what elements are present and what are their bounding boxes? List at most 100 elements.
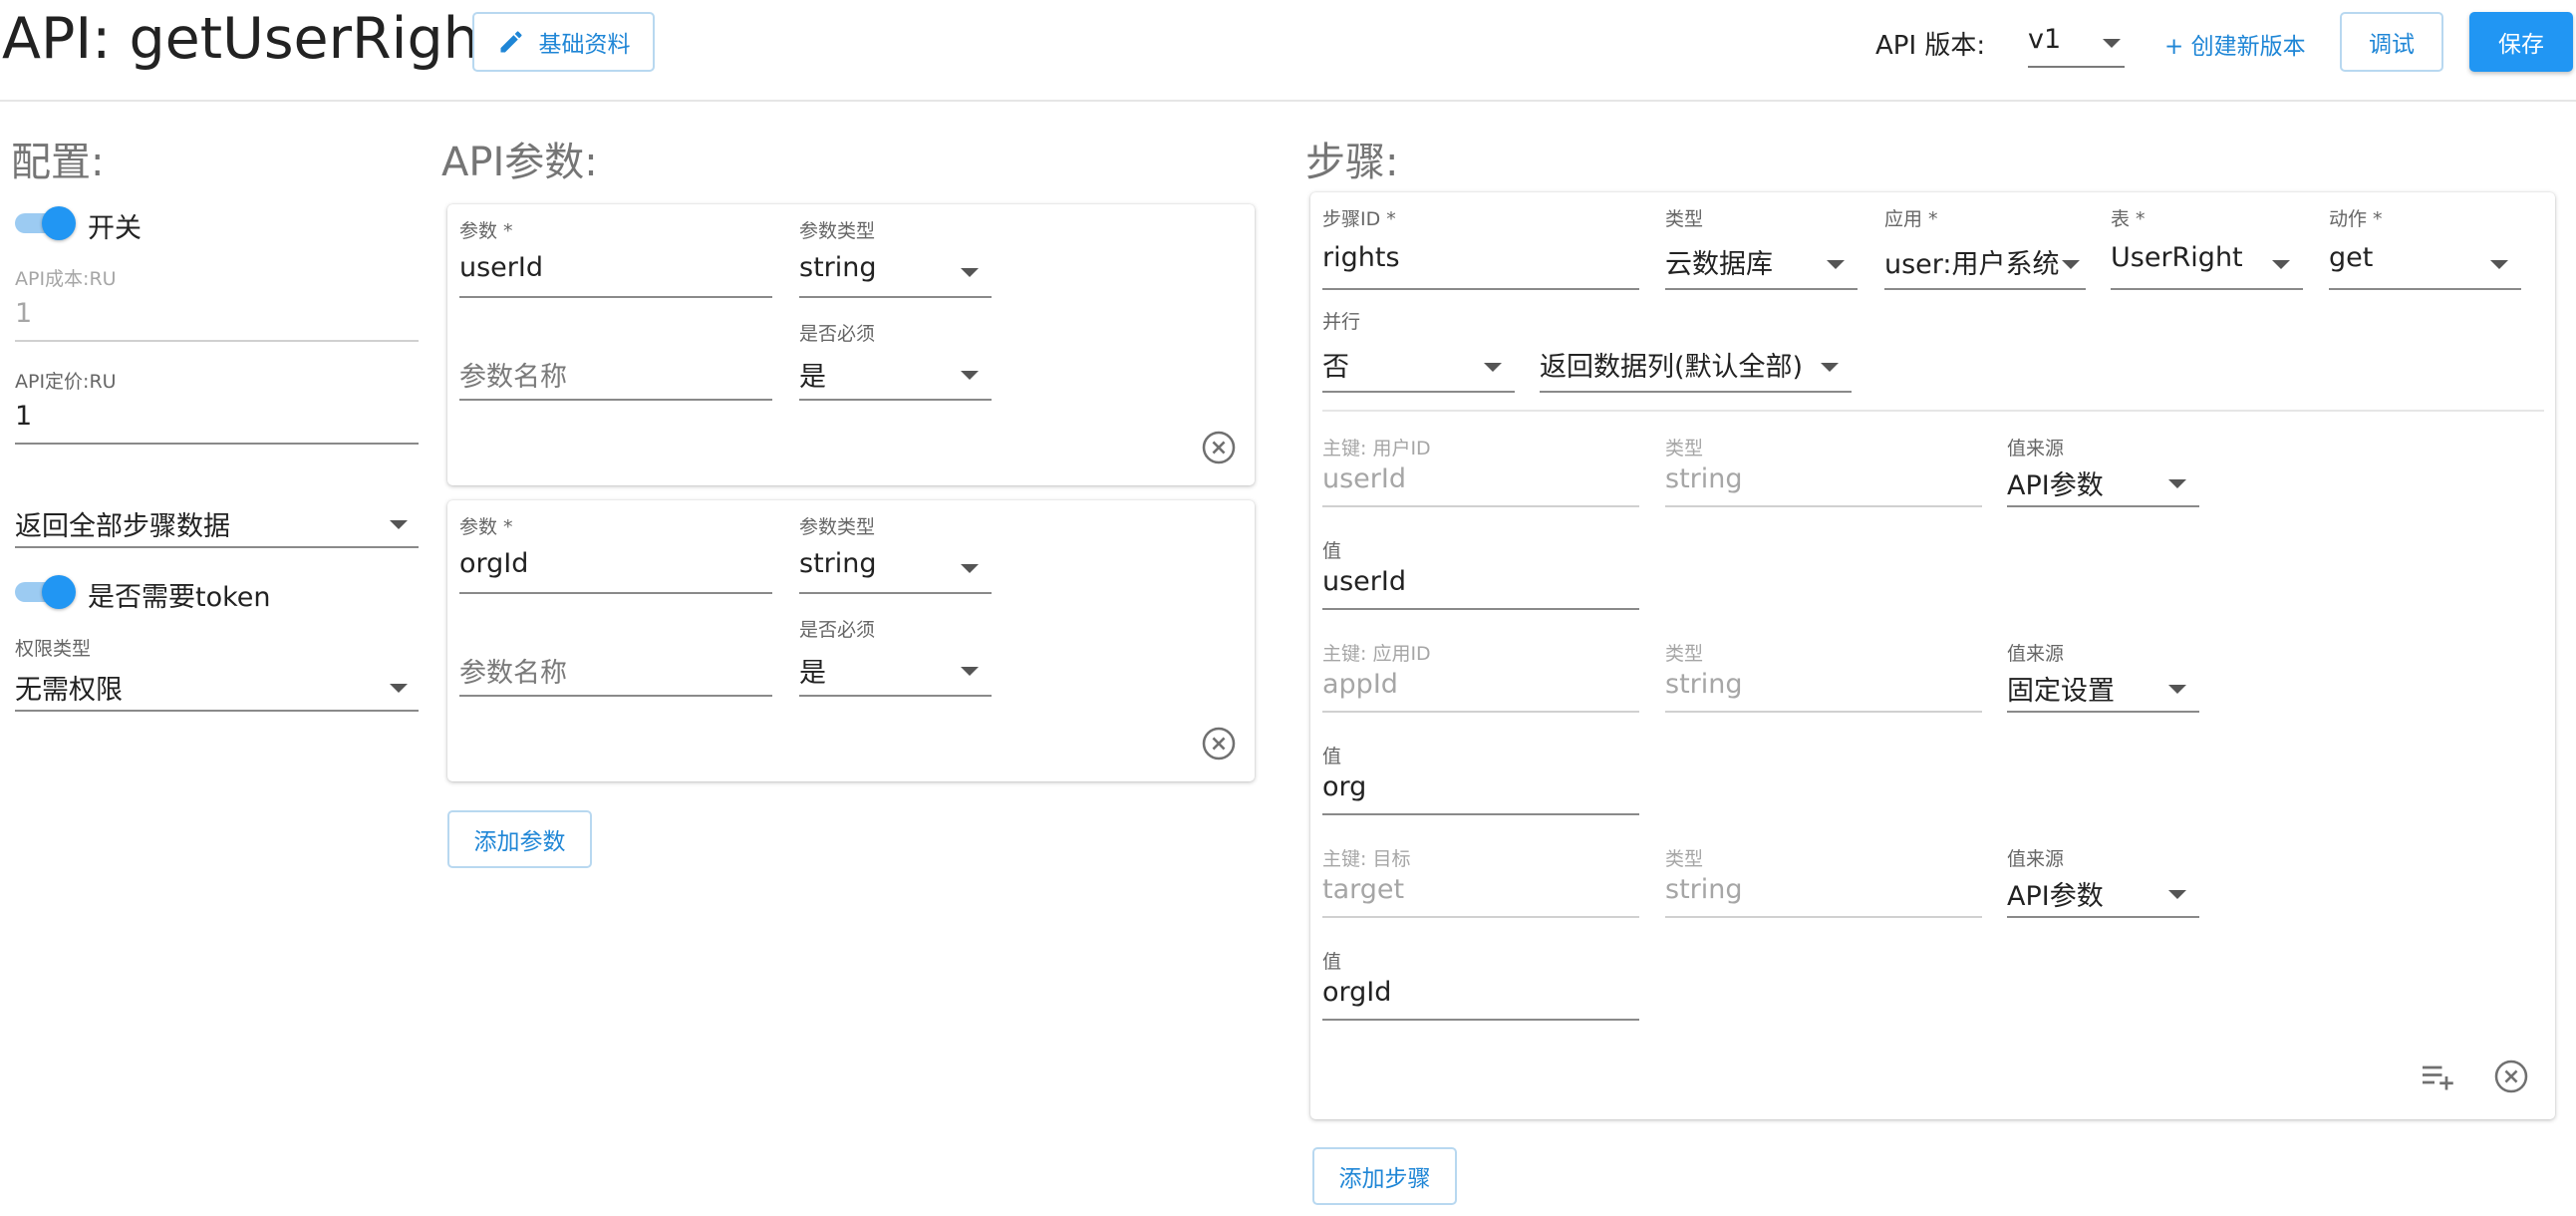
key-name-value: userId bbox=[1322, 463, 1406, 494]
page-title: API: getUserRight bbox=[2, 6, 502, 72]
key-name-value: target bbox=[1322, 874, 1405, 905]
key-name-field: 主键: 应用ID appId bbox=[1322, 639, 1639, 715]
key-value-field[interactable]: 值 userId bbox=[1322, 536, 1639, 612]
token-toggle-label: 是否需要token bbox=[88, 582, 271, 613]
debug-button[interactable]: 调试 bbox=[2340, 12, 2443, 72]
key-name-label: 主键: 用户ID bbox=[1322, 438, 1431, 459]
chevron-down-icon bbox=[2272, 260, 2290, 269]
key-name-value: appId bbox=[1322, 669, 1398, 700]
step-action-select[interactable]: 动作 * get bbox=[2329, 204, 2521, 292]
step-divider bbox=[1322, 410, 2544, 412]
chevron-down-icon bbox=[2168, 479, 2186, 488]
key-source-value: 固定设置 bbox=[2007, 676, 2115, 707]
save-button[interactable]: 保存 bbox=[2469, 12, 2573, 72]
step-parallel-select[interactable]: 并行 否 bbox=[1322, 307, 1515, 395]
step-id-label: 步骤ID * bbox=[1322, 208, 1396, 230]
step-card: 步骤ID * rights 类型 云数据库 应用 * user:用户系统 表 *… bbox=[1310, 192, 2555, 1119]
api-cost-label: API成本:RU bbox=[15, 268, 117, 290]
api-price-label: API定价:RU bbox=[15, 371, 117, 393]
return-columns-value: 返回数据列(默认全部) bbox=[1540, 352, 1804, 383]
chevron-down-icon bbox=[2103, 39, 2121, 48]
return-columns-select[interactable]: 返回数据列(默认全部) bbox=[1540, 307, 1852, 395]
token-toggle[interactable] bbox=[15, 574, 76, 609]
permission-type-label: 权限类型 bbox=[15, 638, 92, 660]
add-step-button[interactable]: 添加步骤 bbox=[1312, 1147, 1457, 1205]
api-price-value: 1 bbox=[15, 401, 33, 432]
chevron-down-icon bbox=[961, 667, 979, 676]
key-source-select[interactable]: 值来源 API参数 bbox=[2007, 844, 2199, 920]
param-id-label: 参数 * bbox=[459, 516, 513, 538]
api-price-field[interactable]: API定价:RU 1 bbox=[15, 367, 419, 447]
chevron-down-icon bbox=[2490, 260, 2508, 269]
key-source-value: API参数 bbox=[2007, 470, 2104, 501]
step-type-label: 类型 bbox=[1665, 208, 1704, 230]
add-param-button[interactable]: 添加参数 bbox=[447, 810, 592, 868]
key-value-field[interactable]: 值 org bbox=[1322, 742, 1639, 817]
param-required-select[interactable]: 是否必须 是 bbox=[799, 319, 992, 403]
step-app-select[interactable]: 应用 * user:用户系统 bbox=[1884, 204, 2086, 292]
page-header: API: getUserRight 基础资料 API 版本: v1 + 创建新版… bbox=[0, 0, 2576, 102]
param-required-select[interactable]: 是否必须 是 bbox=[799, 615, 992, 699]
param-name-placeholder: 参数名称 bbox=[459, 658, 567, 689]
key-name-label: 主键: 应用ID bbox=[1322, 643, 1431, 665]
param-type-label: 参数类型 bbox=[799, 220, 876, 242]
param-id-value: orgId bbox=[459, 548, 529, 579]
chevron-down-icon bbox=[961, 268, 979, 277]
chevron-down-icon bbox=[2168, 685, 2186, 694]
step-action-label: 动作 * bbox=[2329, 208, 2383, 230]
param-name-field[interactable]: 参数名称 bbox=[459, 615, 772, 699]
chevron-down-icon bbox=[1484, 363, 1502, 372]
basic-info-label: 基础资料 bbox=[538, 32, 631, 58]
key-value-value: org bbox=[1322, 771, 1367, 802]
step-app-label: 应用 * bbox=[1884, 208, 1938, 230]
api-cost-value: 1 bbox=[15, 298, 33, 329]
param-type-select[interactable]: 参数类型 string bbox=[799, 216, 992, 300]
chevron-down-icon bbox=[1827, 260, 1845, 269]
param-id-field[interactable]: 参数 * userId bbox=[459, 216, 772, 300]
remove-param-icon[interactable] bbox=[1201, 430, 1237, 465]
step-id-field[interactable]: 步骤ID * rights bbox=[1322, 204, 1639, 292]
param-type-select[interactable]: 参数类型 string bbox=[799, 512, 992, 596]
param-required-label: 是否必须 bbox=[799, 619, 876, 641]
step-action-value: get bbox=[2329, 242, 2374, 273]
param-id-field[interactable]: 参数 * orgId bbox=[459, 512, 772, 596]
key-type-field: 类型 string bbox=[1665, 844, 1982, 920]
api-version-value: v1 bbox=[2028, 24, 2062, 55]
api-version-select[interactable]: v1 bbox=[2028, 20, 2125, 68]
key-value-label: 值 bbox=[1322, 951, 1342, 973]
api-version-label: API 版本: bbox=[1875, 31, 1986, 61]
chevron-down-icon bbox=[390, 520, 408, 529]
enable-toggle[interactable] bbox=[15, 205, 76, 240]
chevron-down-icon bbox=[1821, 363, 1839, 372]
step-parallel-label: 并行 bbox=[1322, 311, 1361, 333]
key-value-field[interactable]: 值 orgId bbox=[1322, 947, 1639, 1023]
basic-info-button[interactable]: 基础资料 bbox=[472, 12, 655, 72]
params-section-title: API参数: bbox=[441, 140, 598, 185]
create-new-version-link[interactable]: + 创建新版本 bbox=[2164, 27, 2306, 61]
step-type-select[interactable]: 类型 云数据库 bbox=[1665, 204, 1858, 292]
remove-param-icon[interactable] bbox=[1201, 726, 1237, 761]
key-value-label: 值 bbox=[1322, 746, 1342, 767]
return-data-select[interactable]: 返回全部步骤数据 bbox=[15, 498, 419, 548]
key-source-label: 值来源 bbox=[2007, 848, 2065, 870]
pencil-icon bbox=[500, 31, 522, 53]
param-type-value: string bbox=[799, 252, 877, 283]
param-name-field[interactable]: 参数名称 bbox=[459, 319, 772, 403]
step-table-select[interactable]: 表 * UserRight bbox=[2111, 204, 2303, 292]
param-required-label: 是否必须 bbox=[799, 323, 876, 345]
key-type-field: 类型 string bbox=[1665, 639, 1982, 715]
key-source-select[interactable]: 值来源 API参数 bbox=[2007, 434, 2199, 509]
step-table-label: 表 * bbox=[2111, 208, 2146, 230]
api-cost-field: API成本:RU 1 bbox=[15, 264, 419, 344]
key-value-value: orgId bbox=[1322, 977, 1392, 1008]
add-column-icon[interactable] bbox=[2420, 1059, 2455, 1094]
param-type-value: string bbox=[799, 548, 877, 579]
permission-type-select[interactable]: 权限类型 无需权限 bbox=[15, 634, 419, 714]
remove-step-icon[interactable] bbox=[2493, 1059, 2529, 1094]
chevron-down-icon bbox=[390, 684, 408, 693]
permission-type-value: 无需权限 bbox=[15, 675, 123, 706]
key-type-label: 类型 bbox=[1665, 643, 1704, 665]
key-source-label: 值来源 bbox=[2007, 438, 2065, 459]
key-source-select[interactable]: 值来源 固定设置 bbox=[2007, 639, 2199, 715]
chevron-down-icon bbox=[2062, 260, 2080, 269]
